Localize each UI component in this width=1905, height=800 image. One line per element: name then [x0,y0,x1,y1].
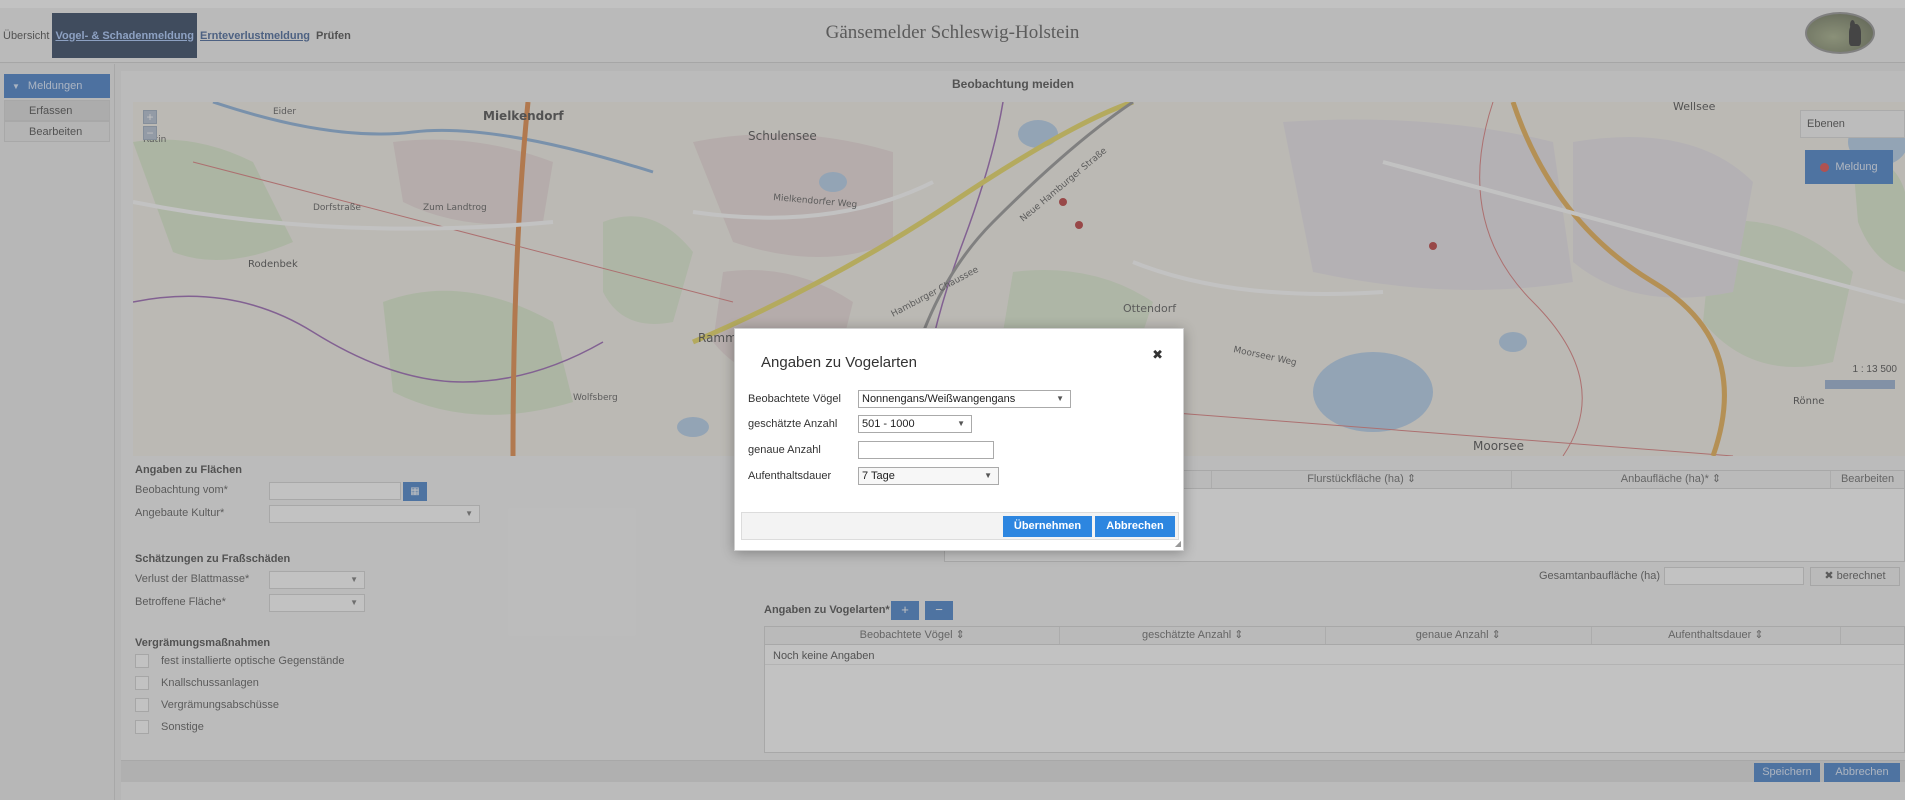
voegel-label: Beobachtete Vögel [748,393,841,405]
geschaetzt-value: 501 - 1000 [862,418,915,430]
vogelarten-dialog: Angaben zu Vogelarten ✖ Beobachtete Vöge… [734,328,1184,551]
voegel-select[interactable]: Nonnengans/Weißwangengans ▼ [858,390,1071,408]
genau-label: genaue Anzahl [748,444,821,456]
chevron-down-icon: ▼ [957,419,965,428]
geschaetzt-select[interactable]: 501 - 1000 ▼ [858,415,972,433]
dauer-label: Aufenthaltsdauer [748,470,832,482]
dauer-value: 7 Tage [862,470,895,482]
uebernehmen-button[interactable]: Übernehmen [1003,516,1092,537]
dauer-select[interactable]: 7 Tage ▼ [858,467,999,485]
chevron-down-icon: ▼ [1056,394,1064,403]
dialog-title: Angaben zu Vogelarten [761,354,917,371]
chevron-down-icon: ▼ [984,471,992,480]
close-icon[interactable]: ✖ [1152,347,1163,363]
dialog-cancel-button[interactable]: Abbrechen [1095,516,1175,537]
geschaetzt-label: geschätzte Anzahl [748,418,838,430]
resize-handle-icon[interactable]: ◢ [1175,539,1181,548]
voegel-value: Nonnengans/Weißwangengans [862,393,1016,405]
genau-input[interactable] [858,441,994,459]
